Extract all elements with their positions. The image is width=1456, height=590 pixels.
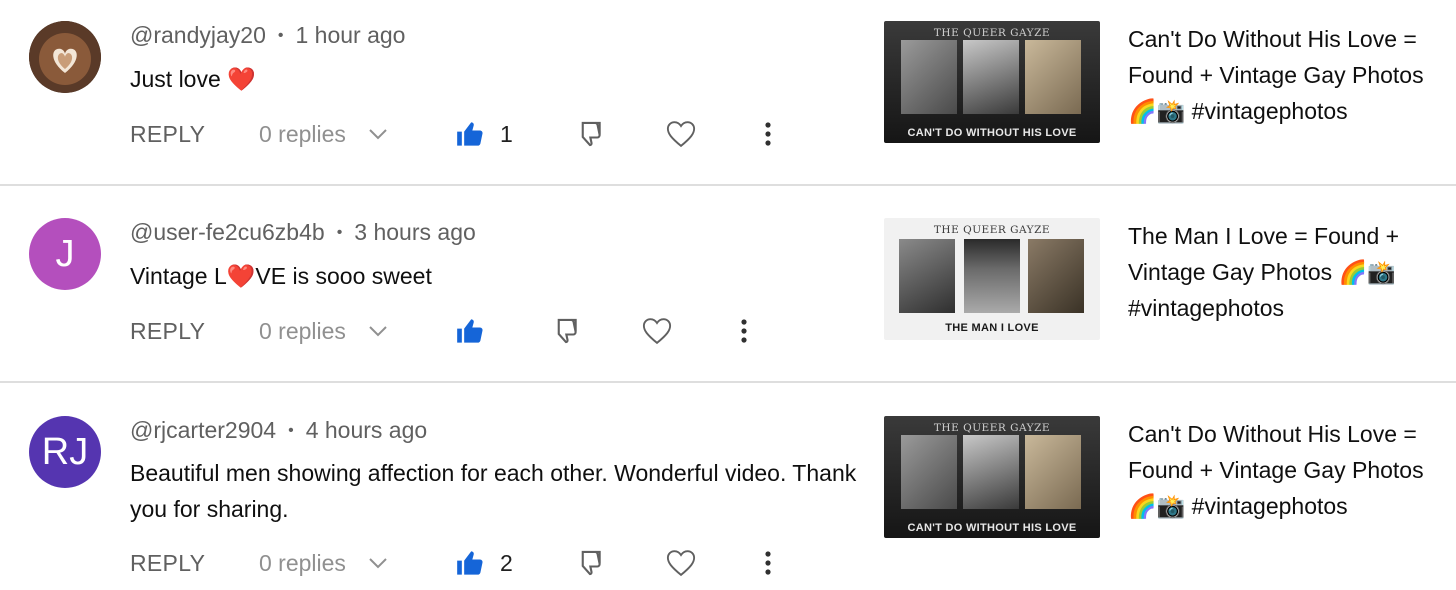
- more-options-icon[interactable]: [764, 543, 772, 583]
- video-title[interactable]: Can't Do Without His Love = Found + Vint…: [1128, 21, 1438, 129]
- like-count: 1: [500, 120, 513, 147]
- heart-emoji: ❤️: [226, 263, 256, 289]
- heart-button[interactable]: [666, 543, 696, 583]
- comment-actions: REPLY 0 replies 1: [130, 114, 830, 154]
- replies-toggle[interactable]: 0 replies: [259, 543, 346, 583]
- comment-actions: REPLY 0 replies: [130, 311, 830, 351]
- dislike-button[interactable]: [550, 311, 578, 351]
- thumbnail-header: THE QUEER GAYZE: [933, 27, 1051, 39]
- vintage-photo: [1025, 40, 1081, 114]
- thumbs-up-icon: [457, 122, 483, 146]
- comment-row: J @user-fe2cu6zb4b • 3 hours ago Vintage L…: [0, 186, 1456, 381]
- username[interactable]: @randyjay20: [130, 22, 266, 48]
- heart-icon: [666, 121, 696, 148]
- chevron-down-icon[interactable]: [368, 543, 388, 583]
- video-thumbnail[interactable]: THE QUEER GAYZE CAN'T DO WITHOUT HIS LOV…: [884, 21, 1100, 143]
- heart-icon: [642, 318, 672, 345]
- dislike-button[interactable]: [574, 114, 602, 154]
- username[interactable]: @user-fe2cu6zb4b: [130, 219, 325, 245]
- comment-text: Just love ❤️: [130, 66, 256, 92]
- more-options-icon[interactable]: [764, 114, 772, 154]
- like-count: 2: [500, 549, 513, 576]
- video-title[interactable]: Can't Do Without His Love = Found + Vint…: [1128, 416, 1438, 524]
- video-title[interactable]: The Man I Love = Found + Vintage Gay Pho…: [1128, 218, 1438, 326]
- replies-toggle[interactable]: 0 replies: [259, 311, 346, 351]
- vintage-photo: [964, 239, 1020, 313]
- vintage-photo: [1028, 239, 1084, 313]
- heart-button[interactable]: [642, 311, 672, 351]
- comment-text: Vintage L❤️VE is sooo sweet: [130, 263, 432, 289]
- heart-icon: [666, 550, 696, 577]
- reply-button[interactable]: REPLY: [130, 543, 205, 583]
- chevron-down-icon[interactable]: [368, 311, 388, 351]
- comment-meta: @randyjay20 • 1 hour ago: [130, 22, 406, 48]
- more-options-icon[interactable]: [740, 311, 748, 351]
- chevron-down-icon[interactable]: [368, 114, 388, 154]
- vintage-photo: [963, 435, 1019, 509]
- thumbs-up-icon: [457, 319, 483, 343]
- latte-art-image: [29, 21, 101, 93]
- like-button[interactable]: [456, 543, 484, 583]
- timestamp[interactable]: 1 hour ago: [295, 22, 405, 48]
- avatar[interactable]: [29, 21, 101, 93]
- vintage-photo: [901, 435, 957, 509]
- timestamp[interactable]: 3 hours ago: [354, 219, 475, 245]
- video-thumbnail[interactable]: THE QUEER GAYZE THE MAN I LOVE: [884, 218, 1100, 340]
- avatar-initials: RJ: [41, 430, 89, 473]
- comment-meta: @rjcarter2904 • 4 hours ago: [130, 417, 428, 443]
- heart-emoji: ❤️: [227, 66, 256, 92]
- comment-text: Beautiful men showing affection for each…: [130, 460, 857, 522]
- thumbs-up-icon: [457, 551, 483, 575]
- comment-actions: REPLY 0 replies 2: [130, 543, 830, 583]
- video-thumbnail[interactable]: THE QUEER GAYZE CAN'T DO WITHOUT HIS LOV…: [884, 416, 1100, 538]
- avatar[interactable]: RJ: [29, 416, 101, 488]
- thumbs-down-icon: [557, 318, 577, 344]
- thumbnail-header: THE QUEER GAYZE: [933, 422, 1051, 434]
- vintage-photo: [963, 40, 1019, 114]
- avatar-initials: J: [55, 232, 75, 275]
- username[interactable]: @rjcarter2904: [130, 417, 276, 443]
- comment-meta: @user-fe2cu6zb4b • 3 hours ago: [130, 219, 476, 245]
- thumbs-down-icon: [581, 550, 601, 576]
- thumbnail-caption: THE MAN I LOVE: [945, 322, 1039, 334]
- comment-row: RJ @rjcarter2904 • 4 hours ago Beautiful m…: [0, 383, 1456, 590]
- reply-button[interactable]: REPLY: [130, 311, 205, 351]
- like-button[interactable]: [456, 311, 484, 351]
- timestamp[interactable]: 4 hours ago: [306, 417, 427, 443]
- thumbs-down-icon: [581, 121, 601, 147]
- vintage-photo: [1025, 435, 1081, 509]
- comment-row: @randyjay20 • 1 hour ago Just love ❤️ REPL…: [0, 0, 1456, 184]
- avatar[interactable]: J: [29, 218, 101, 290]
- thumbnail-header: THE QUEER GAYZE: [933, 224, 1051, 236]
- vintage-photo: [899, 239, 955, 313]
- replies-toggle[interactable]: 0 replies: [259, 114, 346, 154]
- heart-button[interactable]: [666, 114, 696, 154]
- reply-button[interactable]: REPLY: [130, 114, 205, 154]
- vintage-photo: [901, 40, 957, 114]
- thumbnail-caption: CAN'T DO WITHOUT HIS LOVE: [907, 522, 1077, 534]
- like-button[interactable]: [456, 114, 484, 154]
- thumbnail-caption: CAN'T DO WITHOUT HIS LOVE: [907, 127, 1077, 139]
- dislike-button[interactable]: [574, 543, 602, 583]
